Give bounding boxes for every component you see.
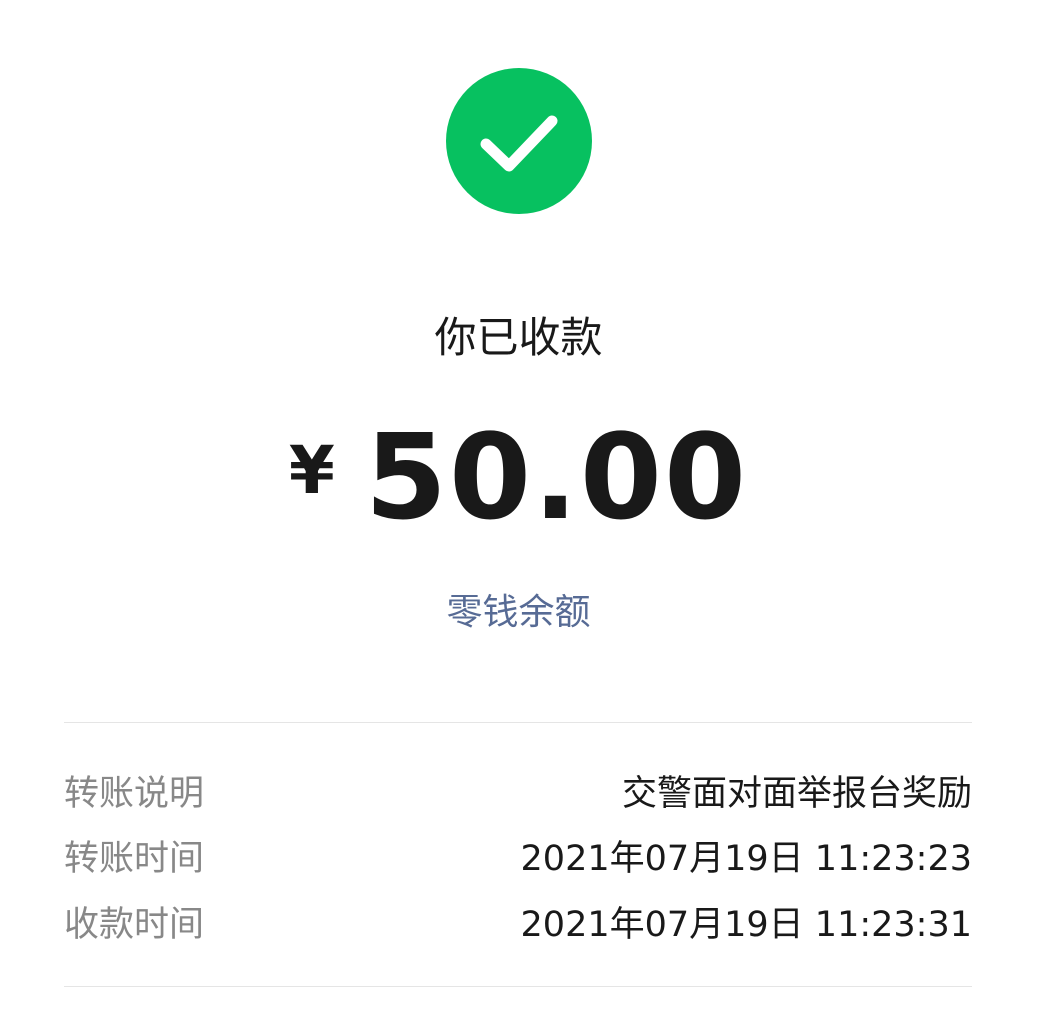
divider-top (64, 722, 972, 723)
detail-row-transfer-note: 转账说明 交警面对面举报台奖励 (64, 762, 972, 818)
detail-label: 收款时间 (64, 904, 205, 945)
checkmark-icon (480, 115, 558, 172)
status-title: 你已收款 (434, 313, 603, 362)
success-checkmark-icon (446, 68, 592, 214)
detail-label: 转账时间 (64, 838, 205, 879)
divider-bottom (64, 986, 972, 987)
currency-symbol: ¥ (288, 431, 335, 509)
amount-value: 50.00 (364, 408, 749, 546)
detail-row-transfer-time: 转账时间 2021年07月19日 11:23:23 (64, 827, 972, 883)
amount-display: ¥ 50.00 (0, 408, 1037, 546)
balance-link[interactable]: 零钱余额 (0, 586, 1037, 640)
detail-value: 交警面对面举报台奖励 (621, 773, 972, 814)
detail-value: 2021年07月19日 11:23:31 (520, 904, 972, 945)
detail-row-receive-time: 收款时间 2021年07月19日 11:23:31 (64, 893, 972, 949)
detail-label: 转账说明 (64, 773, 205, 814)
detail-value: 2021年07月19日 11:23:23 (520, 838, 972, 879)
